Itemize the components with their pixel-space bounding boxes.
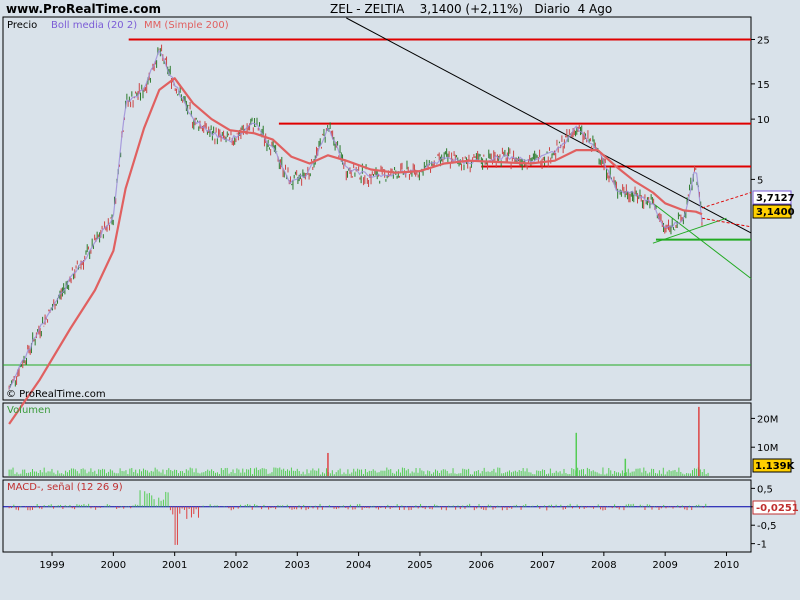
volume-panel <box>2 402 752 478</box>
x-tick-label: 2008 <box>591 560 616 571</box>
badge-macd-text: -0,0251 <box>756 503 799 514</box>
x-tick-label: 2005 <box>407 560 432 571</box>
label-volumen: Volumen <box>7 405 51 416</box>
chart-canvas: 251510520M10M0,50-0,5-119992000200120022… <box>2 16 799 571</box>
watermark: © ProRealTime.com <box>6 389 106 400</box>
macd-tick-label: -0,5 <box>757 521 777 532</box>
label-boll: Boll media (20 2) <box>51 20 137 31</box>
vol-tick-label: 20M <box>757 414 778 425</box>
x-tick-label: 2004 <box>346 560 371 571</box>
y-tick-label: 5 <box>757 175 763 186</box>
x-tick-label: 2002 <box>223 560 248 571</box>
badge-boll-text: 3,7127 <box>756 193 795 204</box>
x-tick-label: 2000 <box>101 560 126 571</box>
macd-tick-label: -1 <box>757 540 767 551</box>
vol-tick-label: 10M <box>757 443 778 454</box>
label-macd: MACD-, señal (12 26 9) <box>7 482 123 493</box>
x-tick-label: 2010 <box>714 560 739 571</box>
macd-tick-label: 0,5 <box>757 484 773 495</box>
label-precio: Precio <box>7 20 37 31</box>
price-panel <box>2 16 752 401</box>
badge-volume-text: 1.139K <box>755 461 796 472</box>
x-tick-label: 2006 <box>469 560 494 571</box>
badge-price-text: 3,1400 <box>756 207 795 218</box>
x-tick-label: 1999 <box>39 560 64 571</box>
y-tick-label: 25 <box>757 35 770 46</box>
y-tick-label: 15 <box>757 80 770 91</box>
x-tick-label: 2009 <box>652 560 677 571</box>
x-tick-label: 2007 <box>530 560 555 571</box>
x-tick-label: 2003 <box>285 560 310 571</box>
label-mm: MM (Simple 200) <box>144 20 229 31</box>
y-tick-label: 10 <box>757 115 770 126</box>
x-tick-label: 2001 <box>162 560 187 571</box>
